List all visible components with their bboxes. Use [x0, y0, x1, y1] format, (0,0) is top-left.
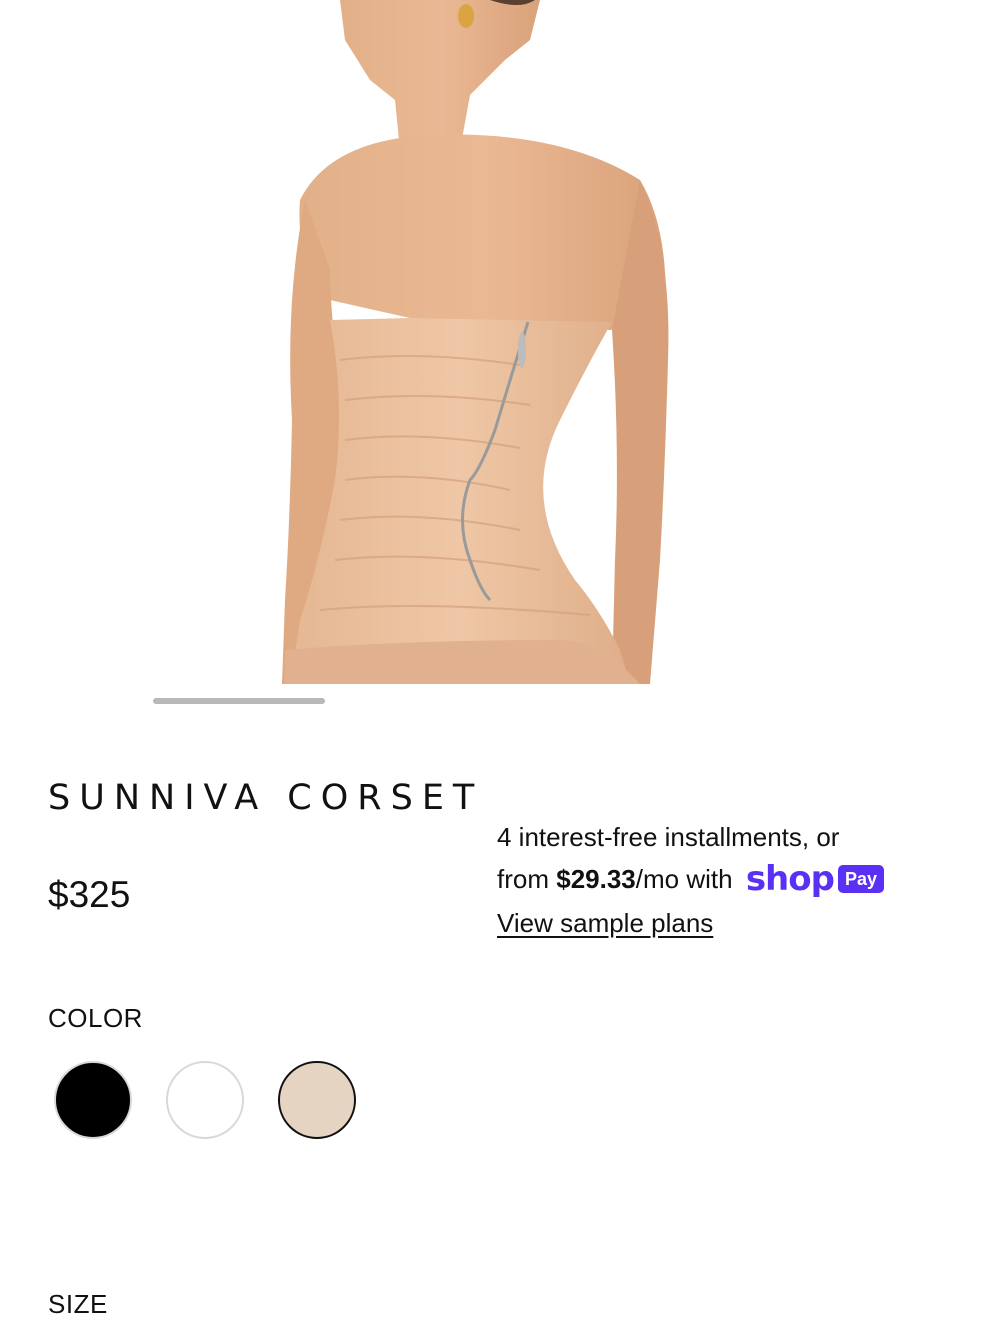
shop-pay-badge: Pay — [837, 865, 884, 894]
gallery-scroll-indicator[interactable] — [153, 698, 325, 704]
color-swatches — [54, 1061, 356, 1139]
color-swatch-nude[interactable] — [278, 1061, 356, 1139]
installments-amount: $29.33 — [556, 864, 636, 894]
size-label: SIZE — [48, 1289, 108, 1319]
shop-pay-installments: 4 interest-free installments, or from $2… — [497, 816, 967, 944]
product-image[interactable] — [0, 0, 1000, 684]
product-title: SUNNIVA CORSET — [48, 778, 484, 818]
view-sample-plans-link[interactable]: View sample plans — [497, 908, 713, 938]
shop-pay-wordmark: shop — [745, 859, 835, 900]
installments-per: /mo with — [635, 864, 733, 894]
product-price: $325 — [48, 874, 131, 915]
color-swatch-black[interactable] — [54, 1061, 132, 1139]
installments-line1: 4 interest-free installments, or — [497, 822, 840, 852]
shop-pay-logo: shop Pay — [746, 858, 884, 900]
product-photo — [282, 0, 669, 684]
color-swatch-white[interactable] — [166, 1061, 244, 1139]
installments-from: from — [497, 864, 549, 894]
installments-line2: from $29.33/mo with shop Pay — [497, 858, 967, 902]
color-label: COLOR — [48, 1003, 143, 1033]
